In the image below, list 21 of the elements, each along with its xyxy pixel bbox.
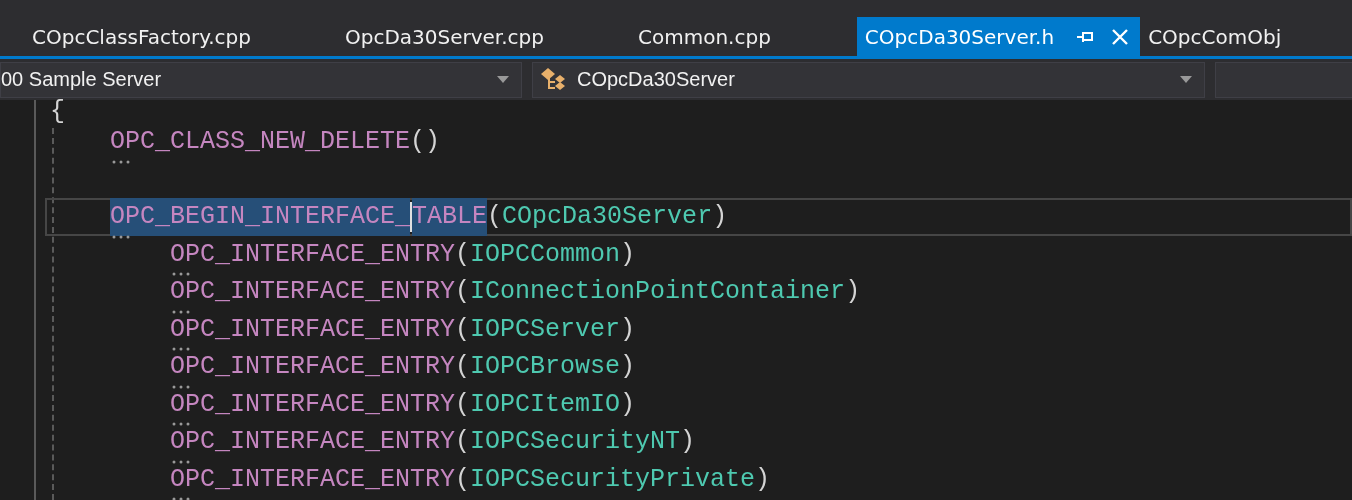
- file-tab[interactable]: COpcDa30Server.h: [856, 17, 1141, 56]
- code-line: OPC_INTERFACE_ENTRY(IOPCServer): [47, 310, 636, 348]
- file-tab[interactable]: Common.cpp: [630, 17, 857, 56]
- code-line: OPC_INTERFACE_ENTRY(IOPCCommon): [47, 235, 636, 273]
- dropdown-caret-icon[interactable]: [1180, 76, 1192, 83]
- file-tab[interactable]: COpcClassFactory.cpp: [24, 17, 337, 56]
- file-tab[interactable]: OpcDa30Server.cpp: [336, 17, 630, 56]
- text-caret: [410, 201, 413, 232]
- code-line: OPC_BEGIN_INTERFACE_TABLE(COpcDa30Server): [47, 198, 728, 236]
- code-line: OPC_INTERFACE_ENTRY(IConnectionPointContainer): [47, 273, 861, 311]
- code-line: OPC_INTERFACE_ENTRY(IOPCBrowse): [47, 348, 636, 386]
- code-line: OPC_CLASS_NEW_DELETE(): [47, 123, 441, 161]
- scope-dropdown[interactable]: COpcDa30Server: [532, 61, 1205, 98]
- code-line: {: [49, 100, 65, 123]
- code-line: OPC_INTERFACE_ENTRY(IOPCSecurityPrivate): [47, 460, 771, 498]
- code-line: OPC_INTERFACE_ENTRY(IOPCSecurityNT): [47, 423, 696, 461]
- dropdown-caret-icon[interactable]: [497, 76, 509, 83]
- project-dropdown[interactable]: 00 Sample Server: [0, 61, 522, 98]
- code-line: OPC_INTERFACE_ENTRY(IOPCItemIO): [47, 385, 636, 423]
- file-tab[interactable]: COpcComObj: [1140, 17, 1282, 56]
- close-icon[interactable]: [1110, 26, 1131, 47]
